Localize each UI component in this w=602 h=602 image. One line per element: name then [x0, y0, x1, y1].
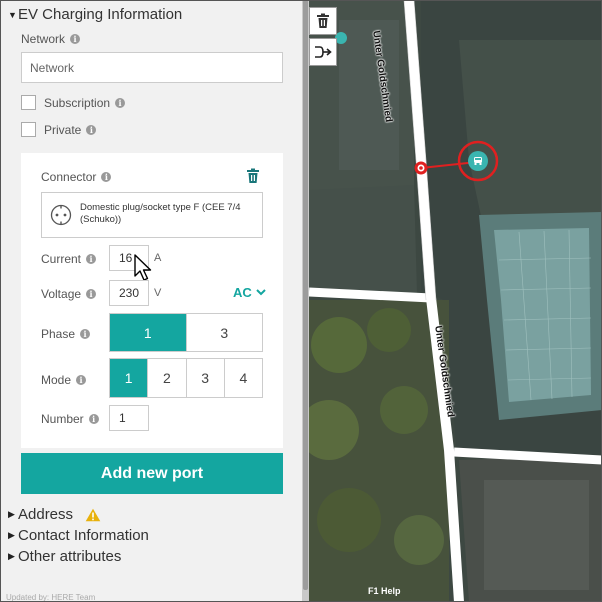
keyboard-help-hint: F1 Help: [368, 586, 401, 596]
phase-selector: 1 3: [109, 313, 263, 352]
mode-label-row: Mode i: [41, 373, 87, 387]
info-icon: i: [101, 172, 112, 182]
info-icon: i: [86, 254, 97, 264]
ev-charging-section-title: EV Charging Information: [18, 6, 183, 23]
ev-charging-poi-marker[interactable]: [468, 151, 488, 171]
other-attributes-section-title: Other attributes: [18, 548, 122, 565]
editor-panel: ▼ EV Charging Information Network i Netw…: [0, 0, 302, 602]
private-label: Private: [44, 122, 82, 137]
subscription-row: Subscription i: [21, 95, 126, 110]
warning-icon: [85, 508, 101, 521]
delete-feature-button[interactable]: [309, 7, 337, 35]
add-new-port-button[interactable]: Add new port: [21, 453, 283, 494]
collapse-triangle-icon: ▼: [8, 9, 17, 20]
current-unit: A: [154, 252, 162, 264]
info-icon: i: [80, 329, 91, 339]
network-label: Network: [21, 32, 66, 46]
mode-selector: 1 2 3 4: [109, 358, 263, 398]
chevron-down-icon: [256, 289, 266, 296]
info-icon: i: [115, 97, 126, 108]
private-checkbox[interactable]: [21, 122, 36, 137]
current-label-row: Current i: [41, 252, 97, 266]
subscription-checkbox[interactable]: [21, 95, 36, 110]
contact-section-header[interactable]: ▶ Contact Information: [8, 527, 149, 544]
current-type-dropdown[interactable]: AC: [233, 285, 266, 300]
info-icon: i: [86, 289, 97, 299]
info-icon: i: [70, 34, 81, 44]
split-icon: [315, 46, 332, 58]
phase-label: Phase: [41, 327, 76, 341]
mode-option-4[interactable]: 4: [223, 359, 262, 397]
other-attributes-section-header[interactable]: ▶ Other attributes: [8, 548, 121, 565]
satellite-map: [309, 0, 602, 602]
subscription-label: Subscription: [44, 95, 111, 110]
voltage-input[interactable]: 230: [109, 280, 149, 306]
network-input[interactable]: Network: [21, 52, 283, 83]
expand-triangle-icon: ▶: [8, 551, 15, 561]
ev-charging-poi-icon: [474, 157, 482, 165]
mode-option-2[interactable]: 2: [147, 359, 185, 397]
map-view[interactable]: Unter Goldschmied Unter Goldschmied: [309, 0, 602, 602]
connector-type-select[interactable]: Domestic plug/socket type F (CEE 7/4 (Sc…: [41, 192, 263, 238]
network-label-row: Network i: [21, 32, 81, 46]
phase-option-3[interactable]: 3: [185, 314, 263, 351]
number-input[interactable]: 1: [109, 405, 149, 431]
contact-section-title: Contact Information: [18, 527, 149, 544]
current-value: 16: [119, 251, 133, 265]
mode-label: Mode: [41, 373, 72, 387]
network-placeholder: Network: [30, 60, 75, 75]
updated-by-footer: Updated by: HERE Team: [6, 593, 96, 602]
mode-option-3[interactable]: 3: [185, 359, 224, 397]
number-value: 1: [119, 411, 126, 425]
ev-charging-section-header[interactable]: ▼ EV Charging Information: [8, 6, 182, 23]
connector-type-text: Domestic plug/socket type F (CEE 7/4 (Sc…: [80, 202, 241, 225]
mouse-cursor-icon: [134, 254, 152, 281]
current-type-value: AC: [233, 285, 252, 300]
plug-icon: [50, 204, 72, 226]
connector-label: Connector: [41, 170, 97, 184]
add-new-port-label: Add new port: [100, 464, 204, 482]
voltage-label: Voltage: [41, 287, 82, 301]
info-icon: i: [88, 414, 99, 424]
address-section-header[interactable]: ▶ Address: [8, 506, 101, 523]
info-icon: i: [86, 124, 97, 135]
current-label: Current: [41, 252, 82, 266]
voltage-unit: V: [154, 287, 162, 299]
phase-label-row: Phase i: [41, 327, 91, 341]
number-label: Number: [41, 412, 84, 426]
trash-icon: [317, 13, 329, 28]
phase-option-1[interactable]: 1: [110, 314, 186, 351]
delete-connector-button[interactable]: [245, 168, 261, 184]
private-row: Private i: [21, 122, 97, 137]
mode-option-1[interactable]: 1: [110, 359, 148, 397]
info-icon: i: [76, 375, 87, 385]
panel-scrollbar-thumb[interactable]: [303, 0, 308, 590]
voltage-label-row: Voltage i: [41, 287, 97, 301]
split-feature-button[interactable]: [309, 38, 337, 66]
trash-icon: [247, 168, 259, 183]
connector-label-row: Connector i: [41, 170, 112, 184]
connector-card: Connector i Domestic plug/socket type F …: [21, 153, 283, 448]
expand-triangle-icon: ▶: [8, 530, 15, 540]
voltage-value: 230: [119, 286, 140, 300]
number-label-row: Number i: [41, 412, 99, 426]
address-section-title: Address: [18, 506, 74, 523]
expand-triangle-icon: ▶: [8, 509, 15, 519]
